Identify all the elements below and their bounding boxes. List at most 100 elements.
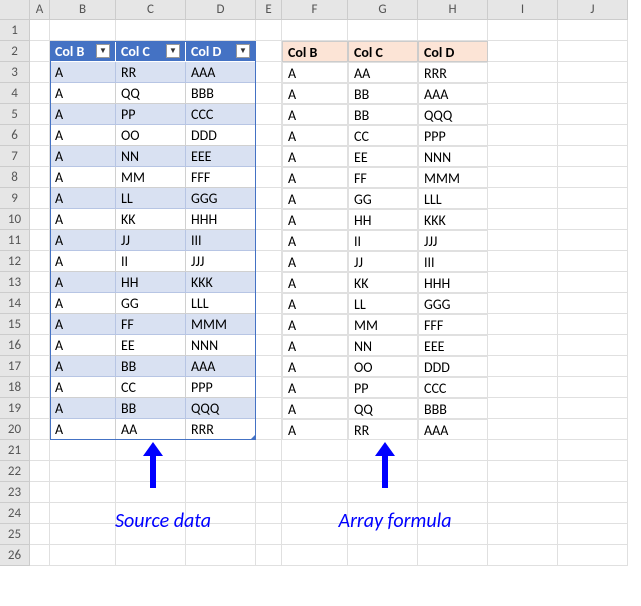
array-table-cell[interactable]: GG	[348, 188, 418, 209]
row-header-14[interactable]: 14	[0, 293, 30, 314]
source-table-cell[interactable]: AA	[116, 419, 186, 440]
filter-dropdown-icon[interactable]: ▼	[166, 44, 180, 58]
source-table-cell[interactable]: A	[50, 356, 116, 377]
cell-J8[interactable]	[558, 167, 628, 188]
column-header-F[interactable]: F	[282, 0, 348, 20]
cell-E1[interactable]	[256, 20, 282, 41]
cell-A19[interactable]	[30, 398, 50, 419]
cell-J4[interactable]	[558, 83, 628, 104]
row-header-3[interactable]: 3	[0, 62, 30, 83]
cell-H26[interactable]	[418, 545, 488, 566]
row-header-23[interactable]: 23	[0, 482, 30, 503]
array-table-cell[interactable]: EE	[348, 146, 418, 167]
cell-A6[interactable]	[30, 125, 50, 146]
source-table-cell[interactable]: AAA	[186, 356, 256, 377]
cell-E17[interactable]	[256, 356, 282, 377]
array-table-cell[interactable]: MMM	[418, 167, 488, 188]
cell-E7[interactable]	[256, 146, 282, 167]
cell-I19[interactable]	[488, 398, 558, 419]
array-table-cell[interactable]: III	[418, 251, 488, 272]
cell-I16[interactable]	[488, 335, 558, 356]
source-table-cell[interactable]: LL	[116, 188, 186, 209]
source-table-cell[interactable]: NNN	[186, 335, 256, 356]
cell-A4[interactable]	[30, 83, 50, 104]
row-header-6[interactable]: 6	[0, 125, 30, 146]
cell-A9[interactable]	[30, 188, 50, 209]
cell-E23[interactable]	[256, 482, 282, 503]
source-table-cell[interactable]: OO	[116, 125, 186, 146]
cell-J19[interactable]	[558, 398, 628, 419]
filter-dropdown-icon[interactable]: ▼	[236, 44, 250, 58]
array-table-cell[interactable]: A	[282, 83, 348, 104]
row-header-11[interactable]: 11	[0, 230, 30, 251]
source-table-cell[interactable]: II	[116, 251, 186, 272]
cell-E22[interactable]	[256, 461, 282, 482]
select-all-corner[interactable]	[0, 0, 30, 20]
array-table-cell[interactable]: PP	[348, 377, 418, 398]
array-table-cell[interactable]: A	[282, 419, 348, 440]
array-table-cell[interactable]: A	[282, 272, 348, 293]
cell-I2[interactable]	[488, 41, 558, 62]
cell-J16[interactable]	[558, 335, 628, 356]
cell-J20[interactable]	[558, 419, 628, 440]
cell-G26[interactable]	[348, 545, 418, 566]
source-table-cell[interactable]: A	[50, 62, 116, 83]
cell-I24[interactable]	[488, 503, 558, 524]
cell-C1[interactable]	[116, 20, 186, 41]
row-header-8[interactable]: 8	[0, 167, 30, 188]
column-header-H[interactable]: H	[418, 0, 488, 20]
row-header-2[interactable]: 2	[0, 41, 30, 62]
source-table-cell[interactable]: LLL	[186, 293, 256, 314]
source-table-cell[interactable]: MM	[116, 167, 186, 188]
cell-F1[interactable]	[282, 20, 348, 41]
source-table-cell[interactable]: III	[186, 230, 256, 251]
cell-I7[interactable]	[488, 146, 558, 167]
array-table-cell[interactable]: A	[282, 146, 348, 167]
cell-J14[interactable]	[558, 293, 628, 314]
source-table-header-2[interactable]: Col D▼	[186, 41, 256, 62]
cell-D23[interactable]	[186, 482, 256, 503]
cell-A26[interactable]	[30, 545, 50, 566]
source-table-cell[interactable]: AAA	[186, 62, 256, 83]
source-table-cell[interactable]: GG	[116, 293, 186, 314]
array-table-cell[interactable]: QQ	[348, 398, 418, 419]
array-table-cell[interactable]: II	[348, 230, 418, 251]
source-table-cell[interactable]: DDD	[186, 125, 256, 146]
cell-D26[interactable]	[186, 545, 256, 566]
cell-H22[interactable]	[418, 461, 488, 482]
array-table-cell[interactable]: FFF	[418, 314, 488, 335]
filter-dropdown-icon[interactable]: ▼	[96, 44, 110, 58]
column-header-D[interactable]: D	[186, 0, 256, 20]
array-table-cell[interactable]: JJ	[348, 251, 418, 272]
cell-A3[interactable]	[30, 62, 50, 83]
cell-A25[interactable]	[30, 524, 50, 545]
row-header-13[interactable]: 13	[0, 272, 30, 293]
array-table-cell[interactable]: AAA	[418, 419, 488, 440]
cell-A23[interactable]	[30, 482, 50, 503]
source-table-header-1[interactable]: Col C▼	[116, 41, 186, 62]
column-header-J[interactable]: J	[558, 0, 628, 20]
cell-I18[interactable]	[488, 377, 558, 398]
array-table-header-0[interactable]: Col B	[282, 41, 348, 62]
cell-E9[interactable]	[256, 188, 282, 209]
cell-I17[interactable]	[488, 356, 558, 377]
cell-D21[interactable]	[186, 440, 256, 461]
row-header-22[interactable]: 22	[0, 461, 30, 482]
cell-D1[interactable]	[186, 20, 256, 41]
cell-J12[interactable]	[558, 251, 628, 272]
cell-A8[interactable]	[30, 167, 50, 188]
cell-E3[interactable]	[256, 62, 282, 83]
cell-B26[interactable]	[50, 545, 116, 566]
cell-I12[interactable]	[488, 251, 558, 272]
cell-I5[interactable]	[488, 104, 558, 125]
cell-A17[interactable]	[30, 356, 50, 377]
cell-E10[interactable]	[256, 209, 282, 230]
row-header-9[interactable]: 9	[0, 188, 30, 209]
cell-G1[interactable]	[348, 20, 418, 41]
source-table-cell[interactable]: CC	[116, 377, 186, 398]
source-table-cell[interactable]: FF	[116, 314, 186, 335]
source-table-cell[interactable]: A	[50, 188, 116, 209]
row-header-26[interactable]: 26	[0, 545, 30, 566]
array-table-cell[interactable]: A	[282, 167, 348, 188]
array-table-cell[interactable]: BBB	[418, 398, 488, 419]
